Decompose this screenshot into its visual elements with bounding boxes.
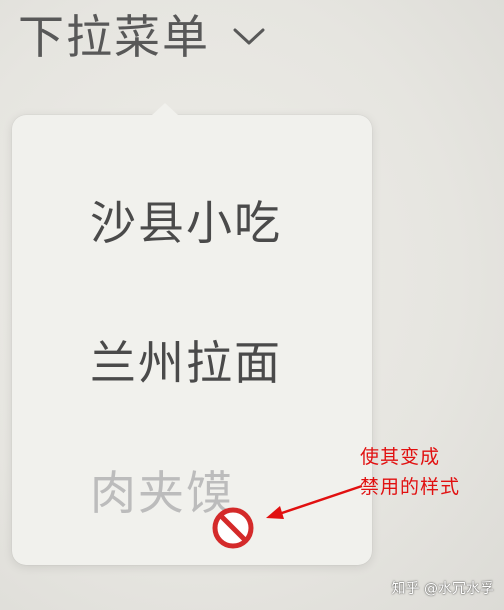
annotation-arrow — [266, 484, 363, 519]
dropdown-trigger[interactable]: 下拉菜单 — [18, 6, 266, 68]
not-allowed-icon — [212, 507, 254, 549]
menu-item-shaxian[interactable]: 沙县小吃 — [90, 200, 282, 246]
annotation-line-2: 禁用的样式 — [360, 476, 461, 498]
dropdown-trigger-label: 下拉菜单 — [18, 10, 210, 64]
annotation-text: 使其变成 禁用的样式 — [360, 442, 460, 502]
menu-item-lanzhou[interactable]: 兰州拉面 — [90, 340, 282, 386]
watermark: 知乎 @水冗水孚 — [391, 581, 494, 597]
annotation-line-1: 使其变成 — [360, 446, 441, 468]
chevron-down-icon — [233, 28, 265, 45]
menu-caret — [152, 103, 178, 115]
